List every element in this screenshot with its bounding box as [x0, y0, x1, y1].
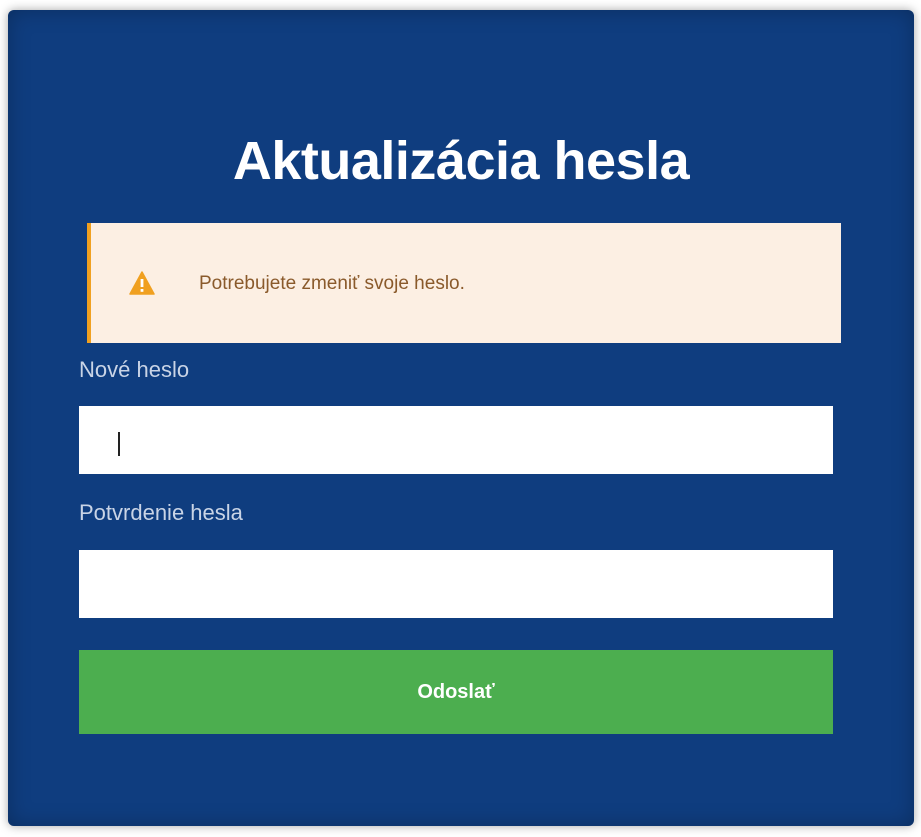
new-password-input[interactable] — [79, 406, 833, 474]
new-password-label: Nové heslo — [79, 357, 190, 382]
warning-icon — [129, 271, 155, 295]
submit-button[interactable]: Odoslať — [79, 650, 833, 734]
confirm-password-label: Potvrdenie hesla — [79, 500, 243, 525]
warning-alert: Potrebujete zmeniť svoje heslo. — [87, 223, 841, 343]
confirm-password-input[interactable] — [79, 550, 833, 618]
text-cursor — [118, 432, 120, 456]
alert-message: Potrebujete zmeniť svoje heslo. — [199, 273, 465, 294]
page-title: Aktualizácia hesla — [232, 131, 690, 191]
